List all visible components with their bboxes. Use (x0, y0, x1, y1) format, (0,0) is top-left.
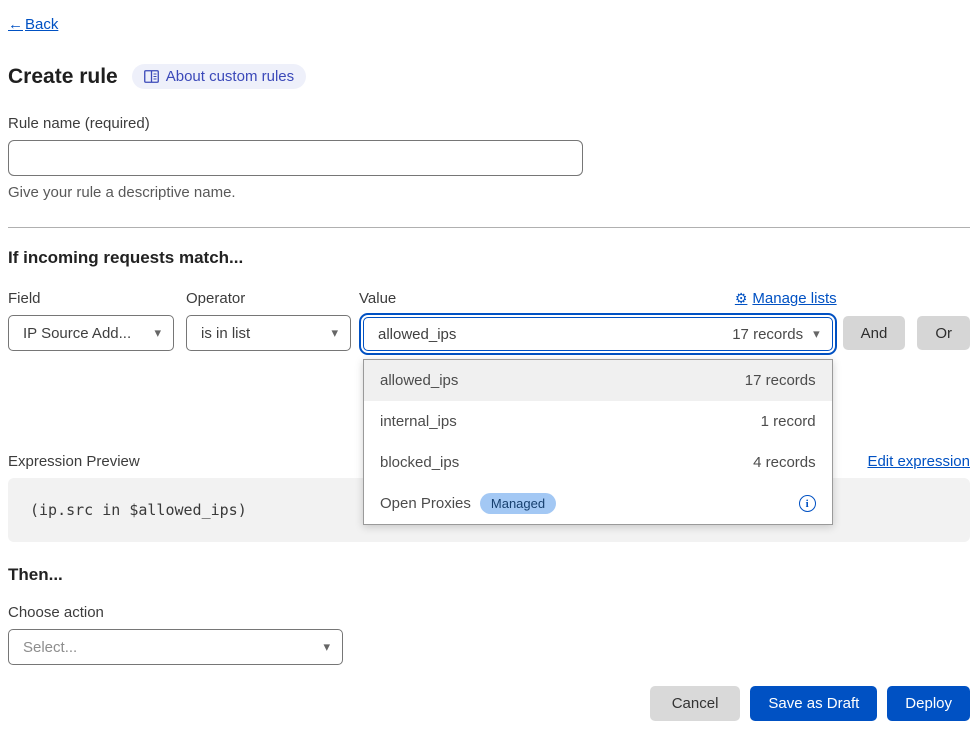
title-row: Create rule About custom rules (8, 64, 970, 89)
field-select-value: IP Source Add... (23, 325, 131, 342)
page-title: Create rule (8, 65, 118, 89)
action-select[interactable]: Select... ▾ (8, 629, 343, 665)
book-icon (144, 70, 159, 83)
field-column: Field IP Source Add... ▾ (8, 290, 174, 351)
choose-action-label: Choose action (8, 604, 970, 621)
list-item-records: 17 records (745, 372, 816, 389)
chevron-down-icon: ▾ (331, 325, 338, 341)
expression-preview-label: Expression Preview (8, 453, 140, 470)
value-selected-text: allowed_ips (378, 326, 456, 343)
value-combobox-ring: allowed_ips 17 records ▾ allowed_ips 17 … (359, 313, 837, 355)
value-right-side: 17 records ▾ (732, 326, 819, 343)
operator-select[interactable]: is in list ▾ (186, 315, 351, 351)
field-label: Field (8, 290, 174, 307)
value-selected-meta: 17 records (732, 326, 803, 343)
chevron-down-icon: ▾ (323, 639, 330, 655)
back-arrow-icon: ← (8, 16, 23, 33)
list-item-name: blocked_ips (380, 454, 459, 471)
list-item-records: 4 records (753, 454, 816, 471)
rule-name-helper: Give your rule a descriptive name. (8, 184, 970, 201)
list-item-allowed-ips[interactable]: allowed_ips 17 records (364, 360, 832, 401)
edit-expression-link[interactable]: Edit expression (867, 453, 970, 470)
back-link[interactable]: ←Back (8, 16, 58, 33)
list-dropdown: allowed_ips 17 records internal_ips 1 re… (363, 359, 833, 525)
list-item-blocked-ips[interactable]: blocked_ips 4 records (364, 442, 832, 483)
list-item-open-proxies[interactable]: Open Proxies Managed i (364, 483, 832, 524)
operator-select-value: is in list (201, 325, 250, 342)
managed-badge: Managed (480, 493, 556, 514)
rule-name-section: Rule name (required) Give your rule a de… (8, 115, 970, 201)
match-heading: If incoming requests match... (8, 248, 970, 268)
info-icon[interactable]: i (799, 495, 816, 512)
value-column: Value ⚙ Manage lists allowed_ips 17 reco… (359, 290, 837, 355)
rule-name-label: Rule name (required) (8, 115, 970, 132)
value-combobox[interactable]: allowed_ips 17 records ▾ (363, 317, 833, 351)
section-divider (8, 227, 970, 228)
then-heading: Then... (8, 565, 970, 585)
gear-icon: ⚙ (735, 290, 748, 307)
operator-label: Operator (186, 290, 351, 307)
list-item-records: 1 record (761, 413, 816, 430)
and-button[interactable]: And (843, 316, 906, 350)
deploy-button[interactable]: Deploy (887, 686, 970, 721)
field-select[interactable]: IP Source Add... ▾ (8, 315, 174, 351)
expression-code: (ip.src in $allowed_ips) (30, 501, 247, 519)
chevron-down-icon: ▾ (154, 325, 161, 341)
value-label: Value (359, 290, 396, 307)
rule-name-input[interactable] (8, 140, 583, 176)
chevron-down-icon: ▾ (813, 326, 820, 342)
back-row: ←Back (8, 16, 970, 34)
then-section: Then... Choose action Select... ▾ (8, 565, 970, 665)
list-item-name: allowed_ips (380, 372, 458, 389)
value-label-row: Value ⚙ Manage lists (359, 290, 837, 307)
about-custom-rules-link[interactable]: About custom rules (132, 64, 306, 89)
footer-actions: Cancel Save as Draft Deploy (8, 686, 970, 721)
list-item-internal-ips[interactable]: internal_ips 1 record (364, 401, 832, 442)
logic-buttons: And Or (843, 290, 970, 350)
about-badge-label: About custom rules (166, 68, 294, 85)
list-item-name: internal_ips (380, 413, 457, 430)
condition-row: Field IP Source Add... ▾ Operator is in … (8, 290, 970, 355)
action-select-placeholder: Select... (23, 639, 77, 656)
manage-lists-link[interactable]: ⚙ Manage lists (735, 290, 837, 307)
or-button[interactable]: Or (917, 316, 970, 350)
create-rule-page: ←Back Create rule About custom rules Rul… (0, 0, 979, 741)
list-item-name: Open Proxies (380, 495, 471, 512)
save-as-draft-button[interactable]: Save as Draft (750, 686, 877, 721)
manage-lists-label: Manage lists (752, 290, 836, 307)
cancel-button[interactable]: Cancel (650, 686, 741, 721)
operator-column: Operator is in list ▾ (186, 290, 351, 351)
back-label: Back (25, 16, 58, 33)
